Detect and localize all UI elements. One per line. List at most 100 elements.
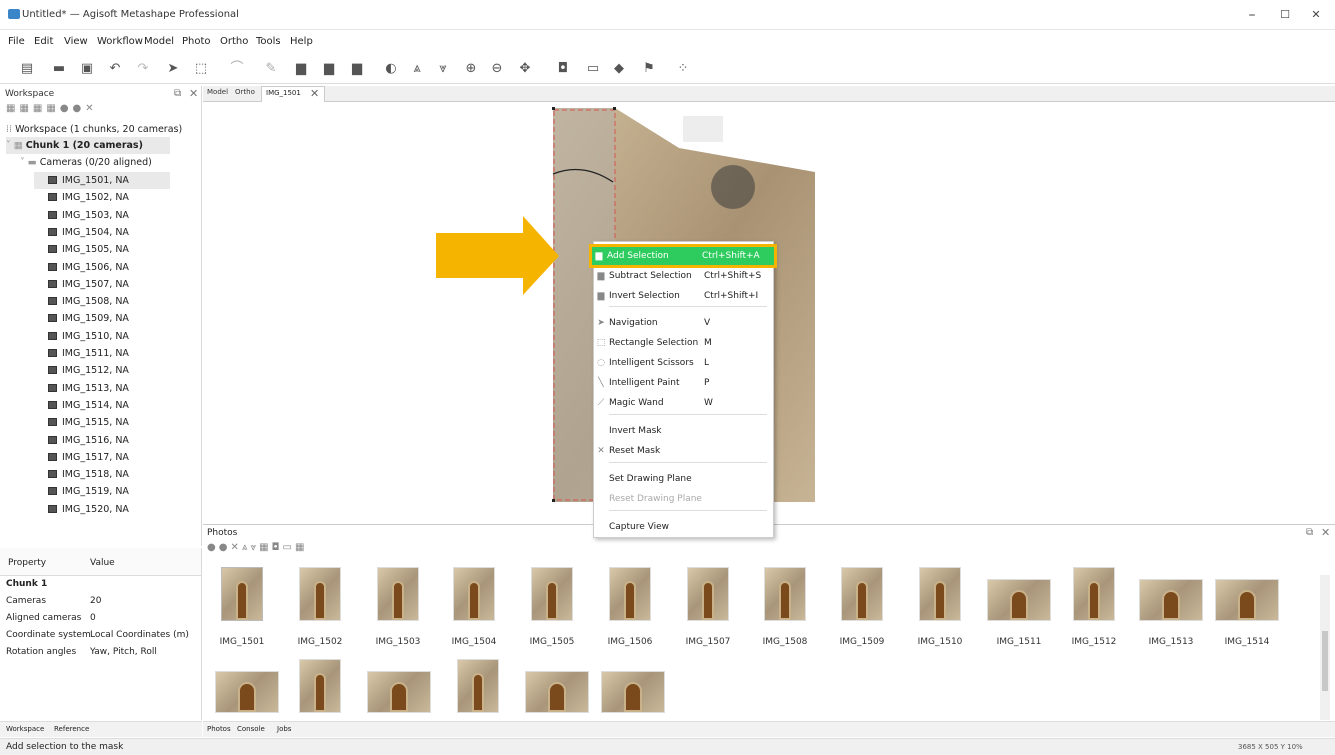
photo-thumbnail[interactable] — [1215, 579, 1279, 621]
photo-thumbnail[interactable] — [525, 671, 589, 713]
camera-item[interactable]: IMG_1510, NA — [48, 328, 129, 345]
camera-item[interactable]: IMG_1516, NA — [48, 432, 129, 449]
photo-thumbnail[interactable] — [919, 567, 961, 621]
menu-view[interactable]: View — [64, 36, 88, 47]
stereo-icon[interactable]: ⩔ — [436, 62, 450, 76]
camera-item[interactable]: IMG_1505, NA — [48, 241, 129, 258]
camera-item[interactable]: IMG_1520, NA — [48, 501, 129, 518]
photo-thumbnail[interactable] — [987, 579, 1051, 621]
close-panel-icon[interactable]: ✕ — [189, 87, 198, 100]
cameras-folder[interactable]: ˅ ▬ Cameras (0/20 aligned) — [20, 154, 152, 171]
camera-item[interactable]: IMG_1501, NA — [34, 172, 170, 189]
photo-thumbnail[interactable] — [531, 567, 573, 621]
photo-thumbnail[interactable] — [1073, 567, 1115, 621]
tab-jobs[interactable]: Jobs — [277, 725, 291, 733]
close-window-button[interactable]: ✕ — [1307, 6, 1325, 24]
subtract-selection-icon[interactable]: ▆ — [322, 62, 336, 76]
camera-item[interactable]: IMG_1508, NA — [48, 293, 129, 310]
camera-item[interactable]: IMG_1515, NA — [48, 414, 129, 431]
photo-thumbnail[interactable] — [367, 671, 431, 713]
camera-item[interactable]: IMG_1509, NA — [48, 310, 129, 327]
open-icon[interactable]: ▬ — [52, 62, 66, 76]
camera-item[interactable]: IMG_1511, NA — [48, 345, 129, 362]
view-mode-icon[interactable]: ▦ — [295, 542, 307, 553]
close-panel-icon[interactable]: ✕ — [1321, 526, 1330, 539]
tab-console[interactable]: Console — [237, 725, 265, 733]
zoom-out-icon[interactable]: ⊖ — [490, 62, 504, 76]
camera-item[interactable]: IMG_1512, NA — [48, 362, 129, 379]
menu-workflow[interactable]: Workflow — [97, 36, 143, 47]
menu-photo[interactable]: Photo — [182, 36, 211, 47]
mask-icon[interactable]: ◆ — [612, 62, 626, 76]
photos-scrollbar[interactable] — [1320, 575, 1330, 720]
camera-item[interactable]: IMG_1514, NA — [48, 397, 129, 414]
add-marker-icon[interactable]: ▦ — [33, 103, 46, 114]
move-icon[interactable]: ✥ — [518, 62, 532, 76]
photo-thumbnail[interactable] — [1139, 579, 1203, 621]
image-icon[interactable]: ◘ — [272, 542, 283, 553]
menu-item-intelligent-paint[interactable]: ╲ Intelligent Paint P — [594, 374, 773, 392]
zoom-in-icon[interactable]: ⊕ — [464, 62, 478, 76]
float-panel-icon[interactable]: ⧉ — [1306, 527, 1313, 538]
menu-item-reset-mask[interactable]: ✕ Reset Mask — [594, 442, 773, 460]
enable-icon[interactable]: ● — [60, 103, 73, 114]
undo-icon[interactable]: ↶ — [108, 62, 122, 76]
menu-tools[interactable]: Tools — [256, 36, 281, 47]
lasso-icon[interactable]: ⌒ — [230, 62, 244, 76]
menu-item-capture-view[interactable]: Capture View — [594, 518, 773, 536]
camera-item[interactable]: IMG_1507, NA — [48, 276, 129, 293]
tab-reference[interactable]: Reference — [54, 725, 89, 733]
filter-icon[interactable]: ▦ — [46, 103, 59, 114]
menu-item-rectangle-selection[interactable]: ⬚ Rectangle Selection M — [594, 334, 773, 352]
photo-thumbnail[interactable] — [221, 567, 263, 621]
photo-thumbnail[interactable] — [609, 567, 651, 621]
layers-icon[interactable]: ▭ — [586, 62, 600, 76]
photo-thumbnail[interactable] — [687, 567, 729, 621]
disable-icon[interactable]: ● — [219, 542, 231, 553]
camera-item[interactable]: IMG_1504, NA — [48, 224, 129, 241]
camera-item[interactable]: IMG_1518, NA — [48, 466, 129, 483]
photo-thumbnail[interactable] — [841, 567, 883, 621]
photo-thumbnail[interactable] — [299, 567, 341, 621]
chunk-item[interactable]: ˅ ▦ Chunk 1 (20 cameras) — [6, 137, 170, 154]
menu-ortho[interactable]: Ortho — [220, 36, 248, 47]
maximize-button[interactable]: ☐ — [1276, 6, 1294, 24]
enable-icon[interactable]: ● — [207, 542, 219, 553]
rectangle-selection-icon[interactable]: ⬚ — [194, 62, 208, 76]
save-icon[interactable]: ▣ — [80, 62, 94, 76]
intersect-selection-icon[interactable]: ▆ — [350, 62, 364, 76]
remove-icon[interactable]: ✕ — [85, 103, 97, 114]
camera-item[interactable]: IMG_1513, NA — [48, 380, 129, 397]
photo-thumbnail[interactable] — [764, 567, 806, 621]
camera-item[interactable]: IMG_1506, NA — [48, 259, 129, 276]
tab-photos[interactable]: Photos — [207, 725, 231, 733]
brightness-icon[interactable]: ◐ — [384, 62, 398, 76]
menu-item-invert-selection[interactable]: ▆ Invert Selection Ctrl+Shift+I — [594, 287, 773, 305]
pencil-icon[interactable]: ✎ — [264, 62, 278, 76]
float-panel-icon[interactable]: ⧉ — [174, 88, 181, 99]
points-icon[interactable]: ⁘ — [676, 62, 690, 76]
tab-workspace[interactable]: Workspace — [6, 725, 44, 733]
list-icon[interactable]: ▭ — [283, 542, 295, 553]
menu-item-intelligent-scissors[interactable]: ◌ Intelligent Scissors L — [594, 354, 773, 372]
photo-thumbnail[interactable] — [299, 659, 341, 713]
menu-help[interactable]: Help — [290, 36, 313, 47]
photo-thumbnail[interactable] — [377, 567, 419, 621]
close-tab-icon[interactable]: ✕ — [310, 87, 319, 100]
disable-icon[interactable]: ● — [73, 103, 86, 114]
menu-item-magic-wand[interactable]: ⟋ Magic Wand W — [594, 394, 773, 412]
remove-icon[interactable]: ✕ — [230, 542, 241, 553]
camera-item[interactable]: IMG_1503, NA — [48, 207, 129, 224]
add-selection-icon[interactable]: ▆ — [294, 62, 308, 76]
menu-edit[interactable]: Edit — [34, 36, 53, 47]
photo-thumbnail[interactable] — [601, 671, 665, 713]
camera-item[interactable]: IMG_1517, NA — [48, 449, 129, 466]
tab-ortho[interactable]: Ortho — [235, 88, 255, 96]
flag-icon[interactable]: ⚑ — [642, 62, 656, 76]
fit-view-icon[interactable]: ◘ — [556, 62, 570, 76]
navigation-icon[interactable]: ➤ — [166, 62, 180, 76]
photo-thumbnail[interactable] — [457, 659, 499, 713]
photo-thumbnail[interactable] — [453, 567, 495, 621]
camera-item[interactable]: IMG_1502, NA — [48, 189, 129, 206]
photo-thumbnail[interactable] — [215, 671, 279, 713]
